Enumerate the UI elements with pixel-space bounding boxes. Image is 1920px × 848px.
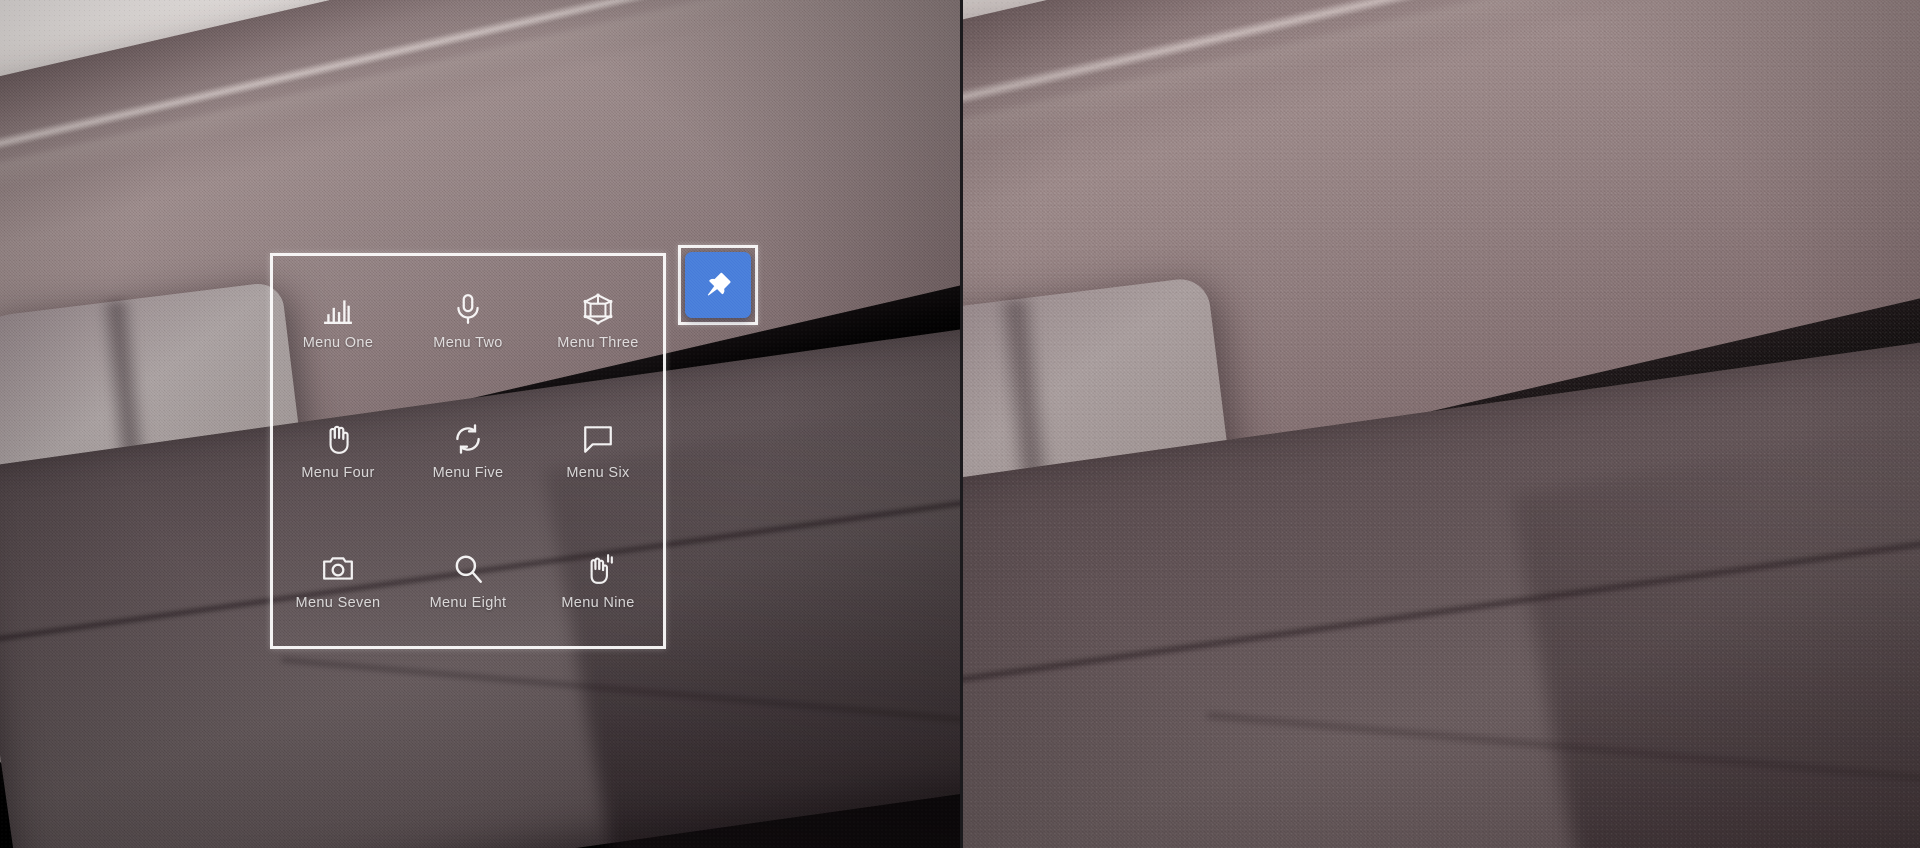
menu-item-menu-nine[interactable]: Menu Nine (533, 516, 663, 646)
pin-button-face[interactable] (685, 252, 751, 318)
menu-item-label: Menu One (302, 334, 374, 351)
menu-item-menu-two[interactable]: Menu Two (403, 256, 533, 386)
menu-grid: Menu One Menu Two Menu Three Menu Four M… (273, 256, 663, 646)
camera-pane-left: Menu One Menu Two Menu Three Menu Four M… (0, 0, 960, 848)
menu-item-label: Menu Six (566, 464, 630, 481)
refresh-sync-icon (451, 422, 485, 456)
speech-bubble-icon (581, 422, 615, 456)
pushpin-icon (707, 272, 731, 296)
hand-stop-icon (321, 422, 355, 456)
3d-cube-icon (581, 292, 615, 326)
menu-item-label: Menu Nine (561, 594, 635, 611)
menu-item-menu-six[interactable]: Menu Six (533, 386, 663, 516)
menu-item-label: Menu Five (432, 464, 504, 481)
camera-icon (321, 552, 355, 586)
menu-item-label: Menu Three (557, 334, 639, 351)
ar-menu-panel-outline[interactable]: Menu One Menu Two Menu Three Menu Four M… (270, 253, 666, 649)
menu-item-menu-one[interactable]: Menu One (273, 256, 403, 386)
menu-item-label: Menu Two (433, 334, 503, 351)
menu-item-menu-three[interactable]: Menu Three (533, 256, 663, 386)
menu-item-menu-five[interactable]: Menu Five (403, 386, 533, 516)
menu-item-menu-four[interactable]: Menu Four (273, 386, 403, 516)
menu-item-menu-seven[interactable]: Menu Seven (273, 516, 403, 646)
pin-button[interactable] (678, 245, 758, 325)
menu-item-label: Menu Seven (295, 594, 381, 611)
magnifier-icon (451, 552, 485, 586)
ar-comparison-stage: Menu One Menu Two Menu Three Menu Four M… (0, 0, 1920, 848)
menu-item-label: Menu Four (301, 464, 375, 481)
warm-tint (960, 0, 1920, 848)
hand-tap-icon (581, 552, 615, 586)
menu-item-label: Menu Eight (429, 594, 507, 611)
bar-chart-icon (321, 292, 355, 326)
menu-item-menu-eight[interactable]: Menu Eight (403, 516, 533, 646)
camera-pane-right: Menu One Menu Two (960, 0, 1920, 848)
microphone-icon (451, 292, 485, 326)
